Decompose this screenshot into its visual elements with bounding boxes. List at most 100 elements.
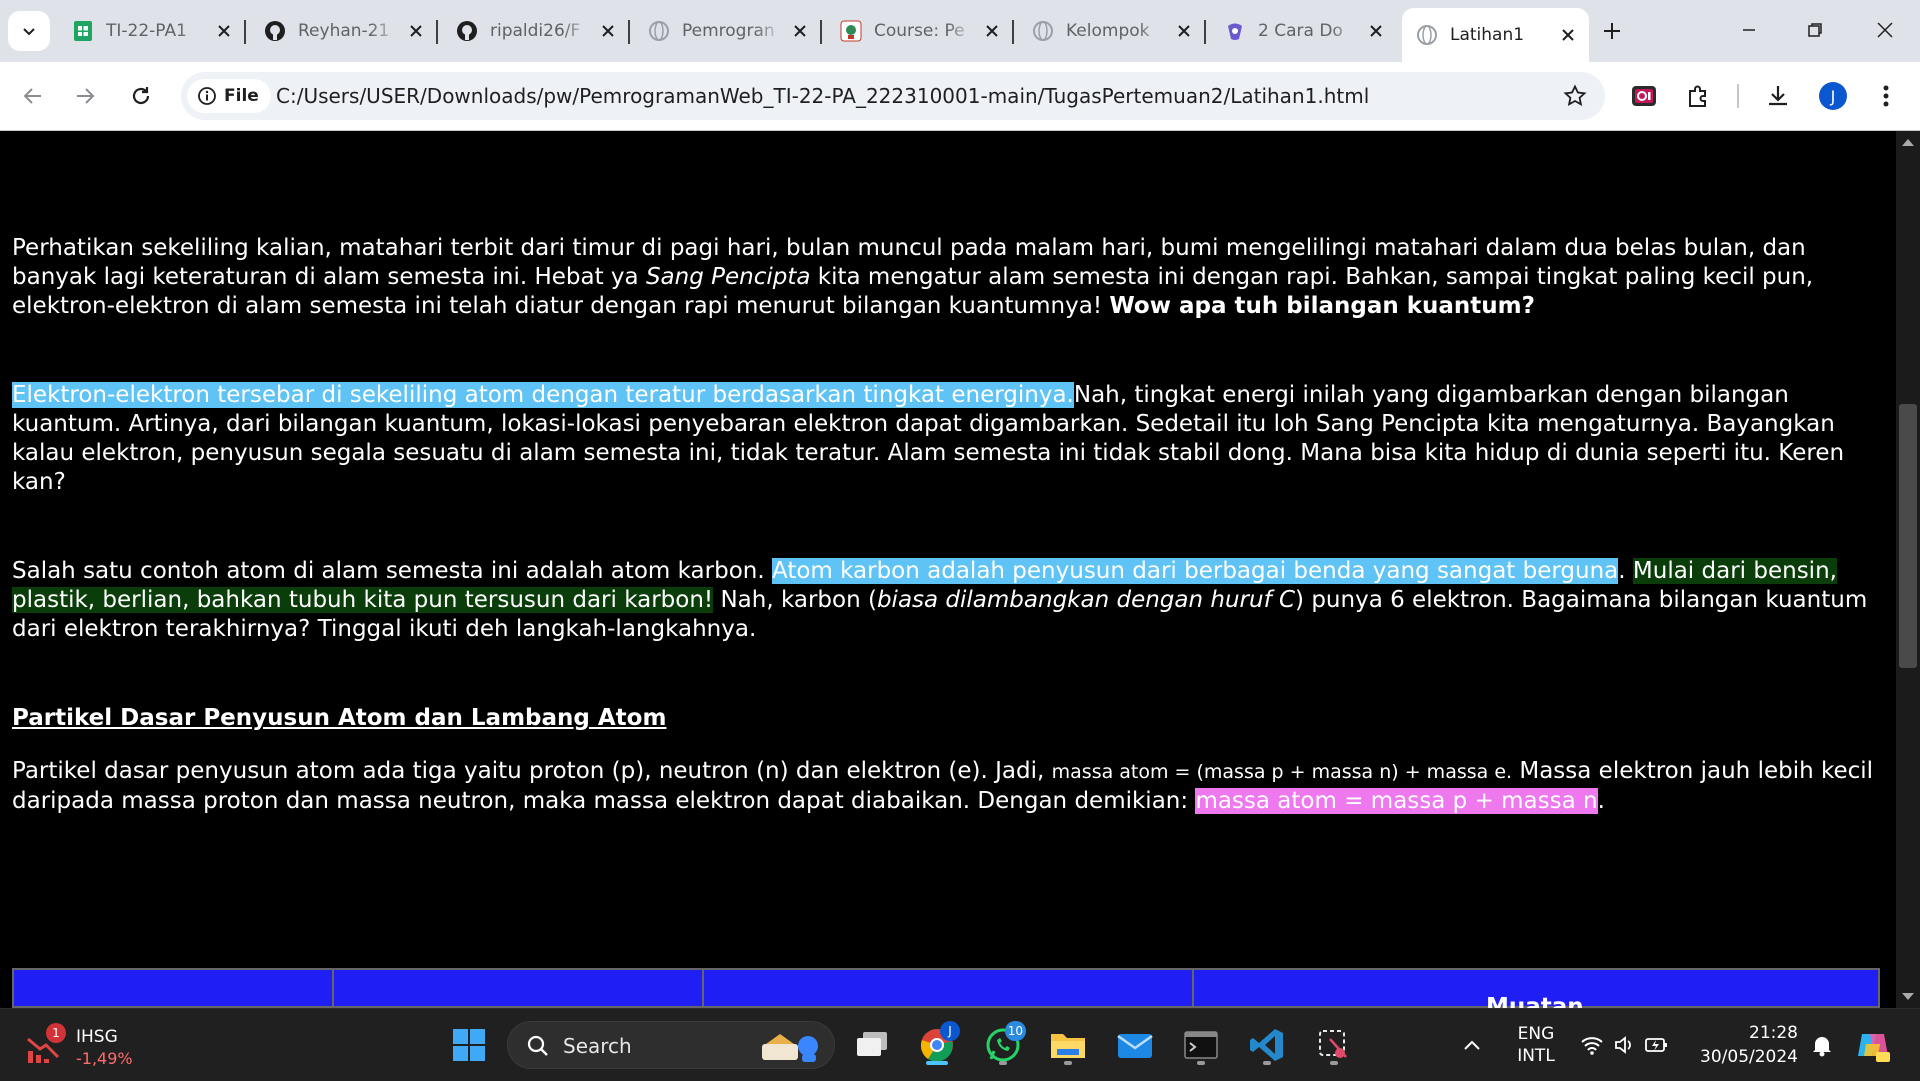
avatar: J <box>1819 82 1847 110</box>
search-highlight-icon <box>762 1034 818 1062</box>
table-header-cell <box>702 970 1194 1008</box>
chrome-taskbar-button[interactable]: J <box>914 1021 960 1067</box>
file-explorer-button[interactable] <box>1045 1023 1091 1067</box>
system-tray-quick-settings[interactable] <box>1580 1033 1670 1059</box>
profile-button[interactable]: J <box>1815 78 1851 114</box>
close-icon[interactable] <box>405 20 427 42</box>
tab-2-cara[interactable]: 2 Cara Do <box>1210 8 1397 54</box>
site-info-chip[interactable]: File <box>187 79 271 113</box>
menu-button[interactable] <box>1868 78 1904 114</box>
running-indicator <box>1263 1061 1271 1065</box>
whatsapp-badge: 10 <box>1004 1021 1026 1041</box>
sheets-icon <box>72 20 94 42</box>
restore-button[interactable] <box>1788 10 1842 50</box>
forward-button[interactable] <box>65 76 105 116</box>
tab-separator <box>628 20 630 44</box>
address-bar[interactable]: File C:/Users/USER/Downloads/pw/Pemrogra… <box>181 72 1605 120</box>
tab-course[interactable]: Course: Pe <box>826 8 1014 54</box>
search-label: Search <box>563 1034 632 1058</box>
start-button[interactable] <box>446 1023 492 1067</box>
close-icon[interactable] <box>981 20 1003 42</box>
taskbar-search[interactable]: Search <box>507 1021 835 1069</box>
puzzle-icon <box>1689 85 1706 107</box>
tab-title: Course: Pe <box>874 21 965 41</box>
url-text[interactable]: C:/Users/USER/Downloads/pw/PemrogramanWe… <box>276 84 1369 108</box>
language-code: ENG <box>1517 1024 1555 1044</box>
extensions-menu-button[interactable] <box>1680 78 1716 114</box>
new-tab-button[interactable] <box>1594 16 1630 46</box>
terminal-icon <box>1184 1031 1218 1059</box>
close-icon[interactable] <box>1365 20 1387 42</box>
text: Partikel dasar penyusun atom ada tiga ya… <box>12 758 1052 784</box>
tab-separator <box>244 20 246 44</box>
tab-title: ripaldi26/F <box>490 21 581 41</box>
formula-small: massa atom = (massa p + massa n) + massa… <box>1051 761 1513 783</box>
tab-latihan1[interactable]: Latihan1 <box>1402 8 1589 62</box>
snipping-tool-button[interactable] <box>1311 1023 1357 1067</box>
paragraph-intro: Perhatikan sekeliling kalian, matahari t… <box>12 234 1882 321</box>
reload-icon <box>132 87 150 105</box>
mail-icon <box>1117 1034 1153 1058</box>
data-table-header: Muatan <box>12 968 1880 1008</box>
tab-kelompok[interactable]: Kelompok <box>1018 8 1206 54</box>
text: . <box>1618 558 1633 584</box>
widget-badge: 1 <box>46 1023 66 1043</box>
tab-search-button[interactable] <box>8 11 50 51</box>
browser-toolbar: File C:/Users/USER/Downloads/pw/Pemrogra… <box>0 62 1920 131</box>
running-indicator <box>1197 1061 1205 1065</box>
scrollbar-thumb[interactable] <box>1899 404 1917 668</box>
running-indicator <box>1330 1061 1338 1065</box>
table-header-cell <box>332 970 704 1008</box>
close-icon <box>1877 22 1893 38</box>
stock-widget[interactable]: 1 IHSG -1,49% <box>26 1023 176 1069</box>
tab-reyhan[interactable]: Reyhan-21 <box>250 8 438 54</box>
github-icon <box>456 20 478 42</box>
close-window-button[interactable] <box>1858 10 1912 50</box>
tab-ti-22-pa1[interactable]: TI-22-PA1 <box>58 8 246 54</box>
close-icon[interactable] <box>597 20 619 42</box>
scroll-up-icon[interactable] <box>1902 139 1914 146</box>
notifications-button[interactable] <box>1808 1023 1836 1067</box>
minimize-icon <box>1743 29 1755 31</box>
reload-button[interactable] <box>121 76 161 116</box>
tab-separator <box>436 20 438 44</box>
clock[interactable]: 21:28 30/05/2024 <box>1690 1021 1798 1069</box>
windows-icon <box>453 1029 485 1061</box>
info-icon <box>198 87 216 105</box>
close-icon[interactable] <box>1557 24 1579 46</box>
vscode-button[interactable] <box>1244 1023 1290 1067</box>
text: Salah satu contoh atom di alam semesta i… <box>12 558 772 584</box>
tab-pemrograman[interactable]: Pemrogran <box>634 8 822 54</box>
whatsapp-taskbar-button[interactable]: 10 <box>980 1021 1026 1067</box>
close-icon[interactable] <box>1173 20 1195 42</box>
close-icon[interactable] <box>789 20 811 42</box>
extension-button[interactable] <box>1626 78 1662 114</box>
page-scrollbar[interactable] <box>1896 131 1920 1008</box>
highlighted-text: Elektron-elektron tersebar di sekeliling… <box>12 382 1074 408</box>
terminal-button[interactable] <box>1178 1023 1224 1067</box>
tab-strip: TI-22-PA1 Reyhan-21 ripaldi26/F Pemrogra… <box>0 0 1920 62</box>
downloads-button[interactable] <box>1760 78 1796 114</box>
mail-button[interactable] <box>1112 1023 1158 1067</box>
running-indicator <box>1064 1061 1072 1065</box>
scroll-down-icon[interactable] <box>1902 993 1914 1000</box>
course-icon <box>840 20 862 42</box>
minimize-button[interactable] <box>1722 10 1776 50</box>
more-vertical-icon <box>1883 85 1889 107</box>
close-icon[interactable] <box>213 20 235 42</box>
copilot-button[interactable] <box>1848 1023 1898 1067</box>
widget-title: IHSG <box>76 1027 118 1047</box>
task-view-button[interactable] <box>849 1023 895 1067</box>
bell-icon <box>1813 1037 1831 1057</box>
toolbar-divider <box>1737 84 1739 108</box>
emphasis-text: Sang Pencipta <box>645 264 811 290</box>
back-button[interactable] <box>13 76 53 116</box>
show-hidden-icons-button[interactable] <box>1454 1023 1490 1067</box>
bookmark-star-icon[interactable] <box>1563 84 1587 112</box>
keyboard-layout: INTL <box>1517 1046 1555 1066</box>
tab-ripaldi[interactable]: ripaldi26/F <box>442 8 630 54</box>
clock-date: 30/05/2024 <box>1700 1047 1798 1067</box>
language-indicator[interactable]: ENG INTL <box>1500 1023 1572 1067</box>
tab-separator <box>1012 20 1014 44</box>
chevron-down-icon <box>23 28 35 36</box>
